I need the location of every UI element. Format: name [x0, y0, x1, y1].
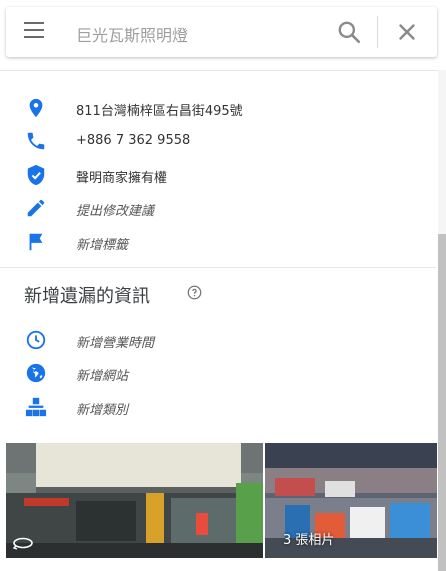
place-photos-tile[interactable]: 3 張相片 — [265, 443, 437, 558]
scrollbar-thumb[interactable] — [438, 234, 446, 571]
flag-icon — [29, 233, 43, 250]
section-divider — [0, 267, 436, 268]
menu-icon[interactable] — [24, 22, 46, 42]
search-box[interactable]: 巨光瓦斯照明燈 — [6, 7, 437, 57]
add-hours-row[interactable]: 新增營業時間 — [0, 324, 436, 357]
add-website-text: 新增網站 — [76, 369, 129, 385]
place-info-list: 811台灣楠梓區右昌街495號 +886 7 362 9558 聲明商家擁有權 … — [0, 92, 436, 259]
photo-count-label: 3 張相片 — [283, 533, 335, 548]
street-view-photo[interactable] — [6, 443, 263, 558]
verified-shield-icon — [27, 164, 45, 185]
panorama-icon — [12, 537, 33, 550]
missing-info-list: 新增營業時間 新增網站 新增類別 — [0, 324, 436, 424]
phone-row[interactable]: +886 7 362 9558 — [0, 125, 436, 158]
suggest-edit-text: 提出修改建議 — [76, 204, 155, 220]
location-pin-icon — [29, 98, 43, 118]
claim-business-text: 聲明商家擁有權 — [76, 170, 168, 186]
add-label-text: 新增標籤 — [76, 237, 129, 253]
search-icon[interactable] — [336, 19, 362, 45]
phone-text: +886 7 362 9558 — [76, 133, 191, 149]
add-label-row[interactable]: 新增標籤 — [0, 226, 436, 259]
add-hours-text: 新增營業時間 — [76, 336, 155, 351]
help-icon[interactable] — [187, 285, 202, 300]
claim-business-row[interactable]: 聲明商家擁有權 — [0, 159, 436, 192]
photo-strip: 3 張相片 — [6, 443, 437, 558]
clock-icon — [26, 330, 46, 350]
search-divider — [377, 16, 378, 48]
address-row[interactable]: 811台灣楠梓區右昌街495號 — [0, 92, 436, 125]
search-input[interactable]: 巨光瓦斯照明燈 — [76, 22, 326, 46]
category-icon — [25, 397, 47, 416]
missing-info-title: 新增遺漏的資訊 — [24, 286, 150, 307]
address-text: 811台灣楠梓區右昌街495號 — [76, 104, 243, 119]
street-view-image — [6, 443, 263, 558]
close-icon[interactable] — [394, 19, 420, 45]
suggest-edit-row[interactable]: 提出修改建議 — [0, 192, 436, 225]
top-bar: 巨光瓦斯照明燈 — [0, 0, 446, 71]
add-category-row[interactable]: 新增類別 — [0, 391, 436, 424]
add-category-text: 新增類別 — [76, 402, 129, 418]
phone-icon — [27, 133, 45, 150]
edit-pencil-icon — [27, 199, 45, 217]
add-website-row[interactable]: 新增網站 — [0, 357, 436, 390]
globe-icon — [26, 364, 46, 383]
